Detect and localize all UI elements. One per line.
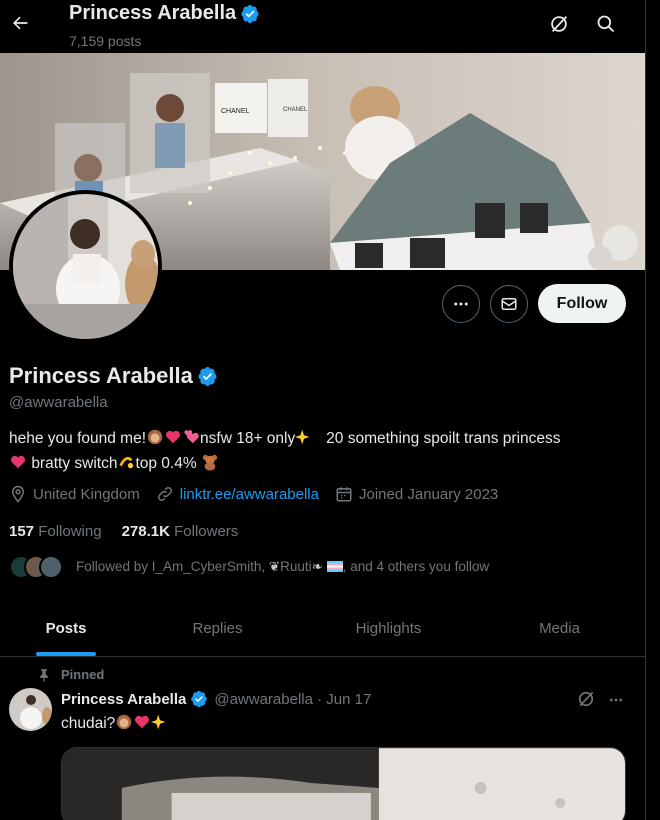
followed-by-text: Followed by I_Am_CyberSmith, ❦Ruuti❧ , a… <box>76 559 489 575</box>
monkey-emoji-icon <box>146 428 164 453</box>
profile-stats: 157 Following 278.1K Followers <box>9 523 238 540</box>
post-author-meta: @awwarabella · Jun 17 <box>214 690 372 708</box>
header-title: Princess Arabella <box>69 2 237 24</box>
joined-text: Joined January 2023 <box>358 485 499 503</box>
two-hearts-emoji-icon <box>182 428 200 453</box>
profile-bio: hehe you found me! nsfw 18+ only 20 somet… <box>9 428 639 478</box>
following-link[interactable]: 157 Following <box>9 523 102 540</box>
pinned-label: Pinned <box>61 667 105 682</box>
followers-count: 278.1K <box>121 523 170 540</box>
followed-by-text-2: Ruuti <box>280 559 312 574</box>
joined-item: Joined January 2023 <box>335 485 498 503</box>
following-count: 157 <box>9 523 35 540</box>
profile-link[interactable]: linktr.ee/awwarabella <box>180 486 319 503</box>
message-icon <box>501 298 517 310</box>
search-icon <box>597 15 615 33</box>
header-title-wrap: Princess Arabella <box>69 2 260 25</box>
teddy-bear-emoji-icon <box>201 453 219 478</box>
pin-icon <box>39 668 49 682</box>
followed-by[interactable]: Followed by I_Am_CyberSmith, ❦Ruuti❧ , a… <box>9 553 489 581</box>
bio-text-1: hehe you found me! <box>9 430 147 447</box>
verified-badge-icon <box>241 4 259 23</box>
post-media[interactable] <box>61 747 626 820</box>
top-bar: Princess Arabella 7,159 posts <box>0 0 645 53</box>
bio-text-5: top 0.4% <box>135 455 197 472</box>
followed-by-text-1: Followed by I_Am_CyberSmith, <box>76 559 266 574</box>
pinned-indicator: Pinned <box>37 667 104 682</box>
followed-by-text-3: , and 4 others you follow <box>342 559 490 574</box>
monkey-emoji-icon <box>115 713 133 736</box>
bio-text-2: nsfw 18+ only <box>200 430 296 447</box>
profile-meta: United Kingdom linktr.ee/awwarabella Joi… <box>9 485 514 503</box>
swirl-icon: ❦ <box>268 559 281 574</box>
sparkles-emoji-icon <box>295 428 313 453</box>
post-avatar[interactable] <box>9 688 52 731</box>
location-item: United Kingdom <box>9 485 140 503</box>
grok-icon <box>551 16 568 32</box>
profile-tabs: Posts Replies Highlights Media <box>0 600 645 657</box>
tab-media[interactable]: Media <box>474 600 645 656</box>
bio-text-4: bratty switch <box>31 455 118 472</box>
post-author-name[interactable]: Princess Arabella <box>61 691 186 708</box>
avatar-image <box>13 194 158 339</box>
trans-flag-icon <box>326 561 343 572</box>
swirl-icon: ❧ <box>311 559 323 574</box>
profile-name-wrap: Princess Arabella <box>9 363 218 389</box>
location-icon <box>11 485 25 503</box>
sparkle-heart-emoji-icon <box>164 428 182 453</box>
tab-replies[interactable]: Replies <box>132 600 303 656</box>
follow-button[interactable]: Follow <box>538 284 626 323</box>
verified-badge-icon <box>191 690 208 708</box>
message-button[interactable] <box>490 285 528 323</box>
svg-text:CHANEL: CHANEL <box>283 107 308 113</box>
grok-icon <box>578 691 594 707</box>
post-text: chudai? <box>61 713 169 736</box>
right-divider <box>645 0 660 820</box>
link-item[interactable]: linktr.ee/awwarabella <box>156 485 319 503</box>
post-count: 7,159 posts <box>69 33 142 49</box>
link-icon <box>157 486 172 502</box>
back-button[interactable] <box>4 7 36 39</box>
location-text: United Kingdom <box>33 485 140 503</box>
back-arrow-icon <box>13 16 28 30</box>
sparkle-heart-emoji-icon <box>9 453 27 478</box>
post-header: Princess Arabella @awwarabella · Jun 17 <box>61 690 371 708</box>
post-body: chudai? <box>61 715 116 732</box>
profile-display-name: Princess Arabella <box>9 363 193 388</box>
bio-text-3: 20 something spoilt trans princess <box>326 430 561 447</box>
post-grok-button[interactable] <box>576 689 598 711</box>
follower-avatar-3 <box>39 555 63 579</box>
sparkles-emoji-icon <box>151 713 169 736</box>
dizzy-emoji-icon <box>117 453 135 478</box>
tab-posts[interactable]: Posts <box>0 600 132 656</box>
svg-text:CHANEL: CHANEL <box>221 108 250 115</box>
more-icon <box>610 698 622 702</box>
search-button[interactable] <box>592 10 620 38</box>
profile-handle: @awwarabella <box>9 394 108 411</box>
calendar-icon <box>336 487 352 502</box>
sparkle-heart-emoji-icon <box>133 713 151 736</box>
followers-link[interactable]: 278.1K Followers <box>122 523 239 540</box>
verified-badge-icon[interactable] <box>197 366 218 387</box>
followers-label: Followers <box>174 523 239 540</box>
following-label: Following <box>38 523 102 540</box>
post-more-button[interactable] <box>605 689 627 711</box>
more-options-button[interactable] <box>442 285 480 323</box>
profile-avatar[interactable] <box>9 190 162 343</box>
more-icon <box>454 302 468 306</box>
tab-highlights[interactable]: Highlights <box>303 600 474 656</box>
grok-button[interactable] <box>545 10 573 38</box>
